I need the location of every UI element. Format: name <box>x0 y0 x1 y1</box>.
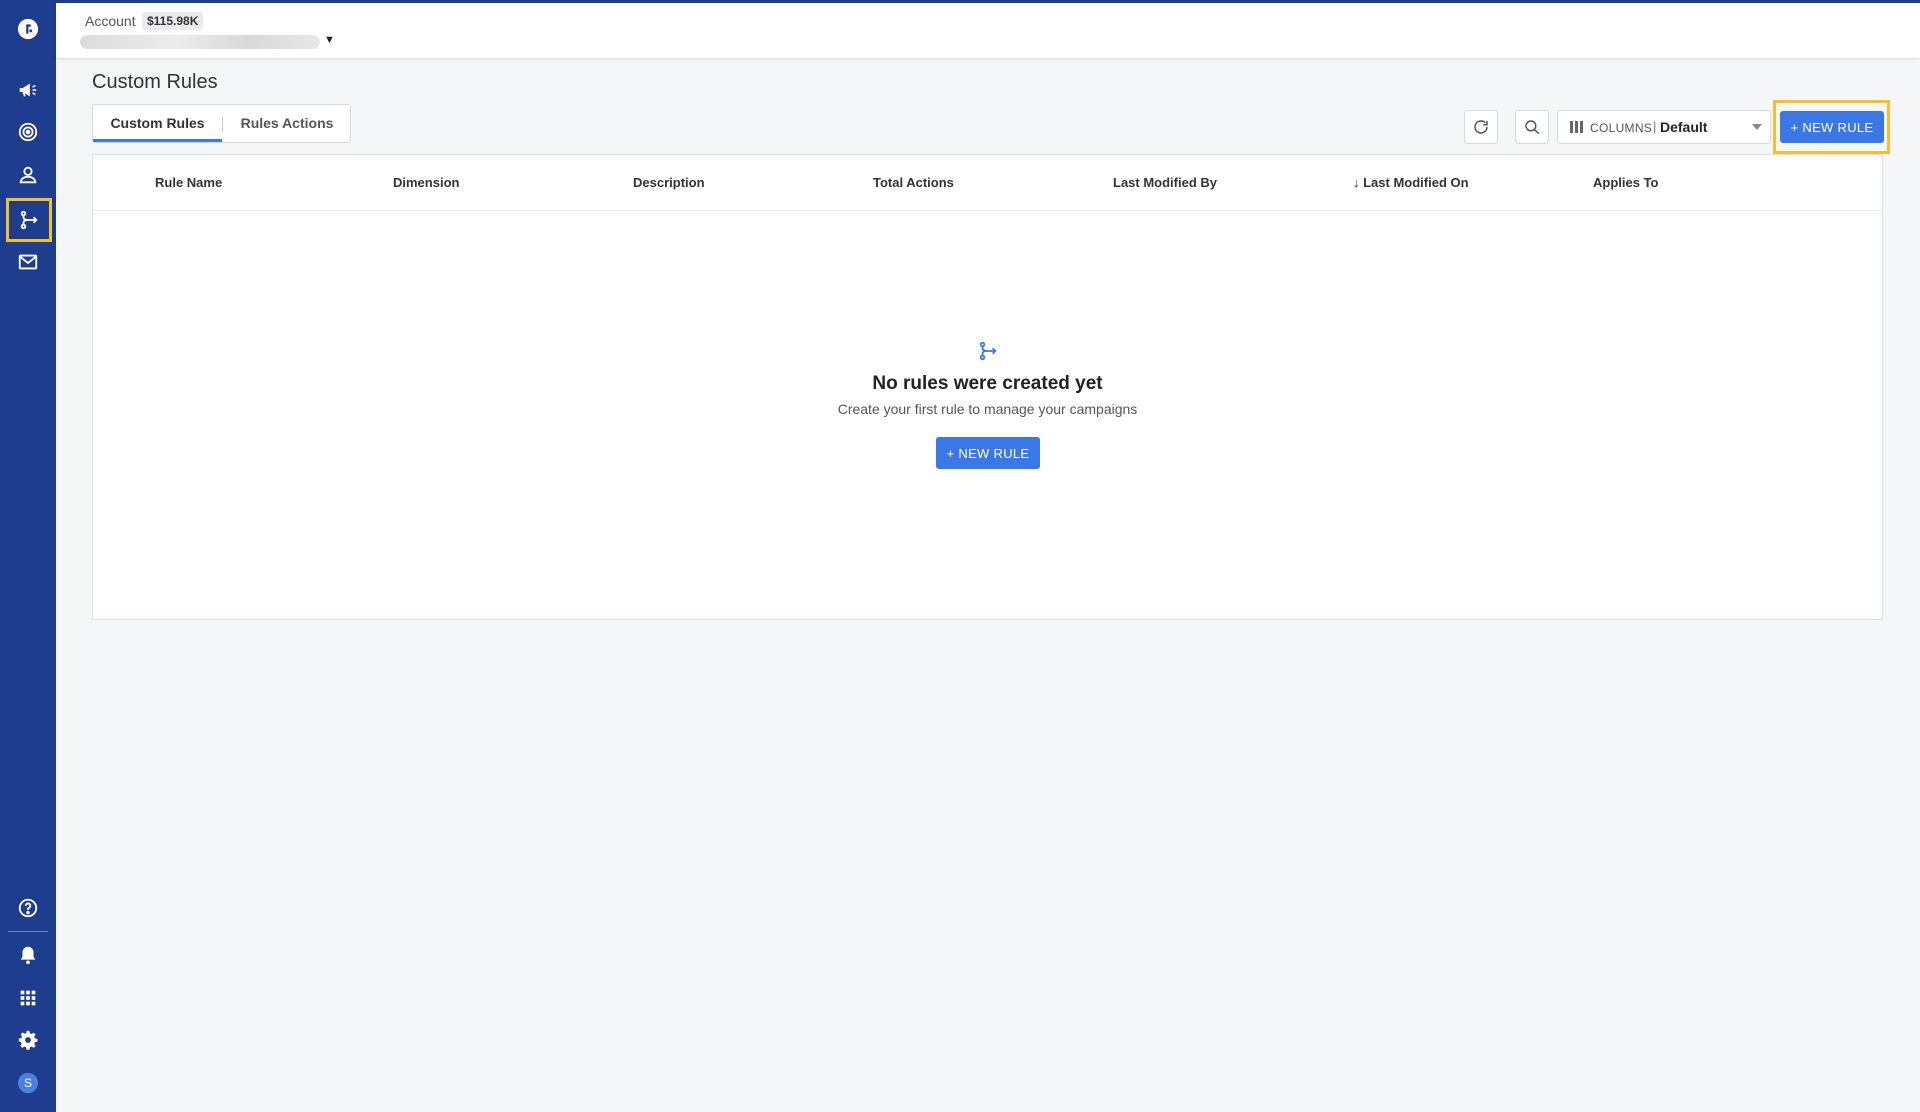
chevron-down-icon <box>1752 124 1762 130</box>
megaphone-icon[interactable] <box>10 72 46 108</box>
account-balance-badge: $115.98K <box>142 12 204 30</box>
avatar-letter: S <box>24 1076 32 1090</box>
tab-bar: Custom Rules Rules Actions <box>92 104 351 143</box>
bell-icon[interactable] <box>10 937 46 973</box>
column-header-last-modified-on[interactable]: ↓ Last Modified On <box>1353 175 1469 190</box>
new-rule-button[interactable]: + NEW RULE <box>1780 111 1884 143</box>
tab-rules-actions[interactable]: Rules Actions <box>223 105 351 142</box>
refresh-button[interactable] <box>1464 110 1498 144</box>
rules-table: Rule Name Dimension Description Total Ac… <box>92 154 1883 620</box>
account-label: Account <box>85 13 136 29</box>
gear-icon[interactable] <box>10 1022 46 1058</box>
account-selector[interactable] <box>80 35 320 49</box>
top-bar: Account $115.98K ▼ <box>56 0 1920 58</box>
columns-separator: | <box>1653 119 1657 134</box>
sidebar-divider <box>8 931 48 932</box>
columns-label: COLUMNS <box>1590 121 1653 135</box>
table-header: Rule Name Dimension Description Total Ac… <box>93 155 1882 211</box>
columns-value: Default <box>1660 119 1708 135</box>
mail-icon[interactable] <box>10 244 46 280</box>
empty-state-new-rule-button[interactable]: + NEW RULE <box>936 437 1040 469</box>
logo-icon[interactable] <box>10 11 46 47</box>
help-icon[interactable] <box>10 890 46 926</box>
rules-icon <box>979 341 997 361</box>
search-button[interactable] <box>1515 110 1549 144</box>
user-icon[interactable] <box>10 157 46 193</box>
avatar[interactable]: S <box>10 1065 46 1101</box>
column-header-last-modified-by[interactable]: Last Modified By <box>1113 175 1217 190</box>
rules-icon[interactable] <box>6 198 52 242</box>
tab-custom-rules[interactable]: Custom Rules <box>93 105 222 142</box>
page-title: Custom Rules <box>92 71 218 93</box>
apps-grid-icon[interactable] <box>10 980 46 1016</box>
column-header-total-actions[interactable]: Total Actions <box>873 175 954 190</box>
caret-down-icon[interactable]: ▼ <box>324 34 335 46</box>
column-header-rule-name[interactable]: Rule Name <box>155 175 222 190</box>
empty-state-title: No rules were created yet <box>872 373 1103 394</box>
columns-dropdown[interactable]: COLUMNS | Default <box>1557 110 1771 144</box>
column-header-description[interactable]: Description <box>633 175 705 190</box>
search-icon <box>1525 120 1540 135</box>
empty-state-subtitle: Create your first rule to manage your ca… <box>837 401 1138 417</box>
column-header-dimension[interactable]: Dimension <box>393 175 459 190</box>
sidebar: S <box>0 0 56 1112</box>
column-header-applies-to[interactable]: Applies To <box>1593 175 1658 190</box>
refresh-icon <box>1474 120 1488 134</box>
columns-icon <box>1570 121 1583 133</box>
target-icon[interactable] <box>10 114 46 150</box>
